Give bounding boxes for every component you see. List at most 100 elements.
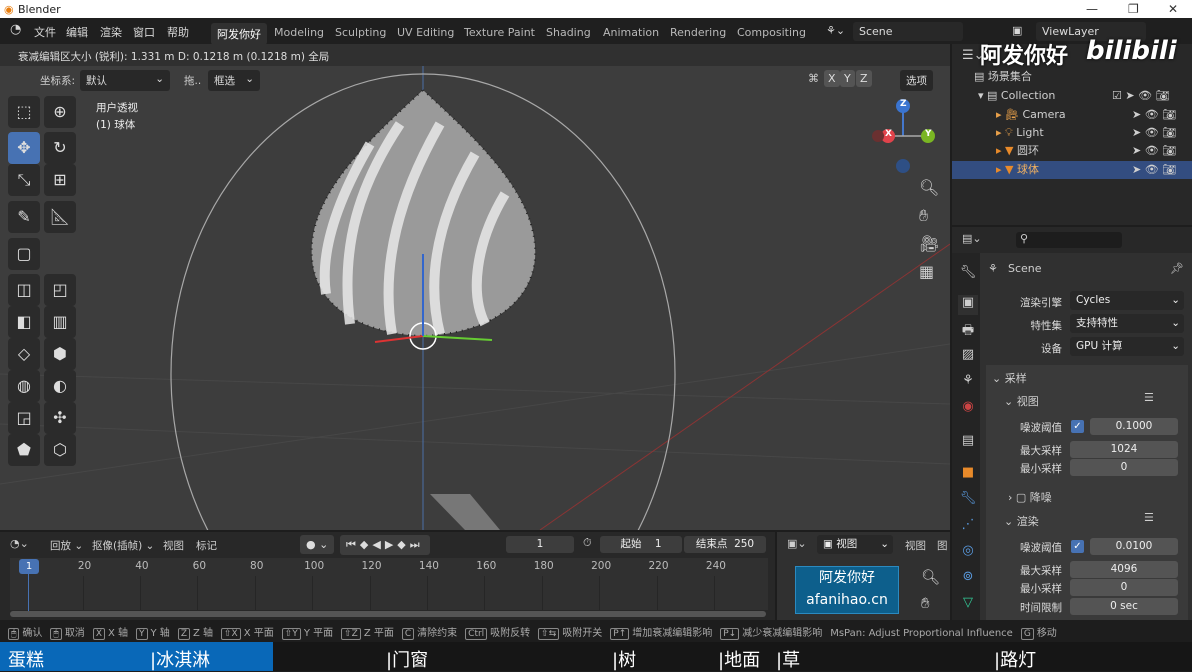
rip-tool-icon[interactable]: ⬡ (44, 434, 76, 466)
spin-tool-icon[interactable]: ◍ (8, 370, 40, 402)
playhead-line[interactable] (28, 574, 29, 614)
extrude-tool-icon[interactable]: ◫ (8, 274, 40, 306)
outliner-item-sphere[interactable]: ▸ ▼ 球体 ➤ 👁︎ 📷︎ (952, 161, 1192, 179)
sampling-panel-header[interactable]: ⌄ 采样 (992, 370, 1027, 386)
3d-viewport[interactable]: 衰减编辑区大小 (锐利): 1.331 m D: 0.1218 m (0.121… (0, 44, 950, 530)
inset-tool-icon[interactable]: ◰ (44, 274, 76, 306)
visibility-icons[interactable]: ➤ 👁︎ 📷︎ (1132, 161, 1176, 179)
start-frame-input[interactable]: 起始 1 (600, 536, 682, 553)
outliner-scene-collection[interactable]: ▤ 场景集合 (952, 68, 1192, 86)
move-tool-icon[interactable]: ✥ (8, 132, 40, 164)
time-limit-input[interactable]: 0 sec (1070, 598, 1178, 615)
tab-animation[interactable]: Animation (603, 26, 659, 39)
denoise-subpanel-header[interactable]: › ▢ 降噪 (1008, 489, 1052, 505)
render-noise-threshold-checkbox[interactable]: ✓ (1071, 540, 1084, 553)
tab-modeling[interactable]: Modeling (274, 26, 324, 39)
pan-hand-icon[interactable]: ✋︎ (921, 594, 930, 612)
minimize-button[interactable]: — (1086, 2, 1098, 16)
viewport-noise-threshold-checkbox[interactable]: ✓ (1071, 420, 1084, 433)
device-dropdown[interactable]: GPU 计算 ⌄ (1070, 337, 1184, 356)
tab-sculpting[interactable]: Sculpting (335, 26, 386, 39)
view-menu[interactable]: 视图 (163, 538, 184, 553)
menu-window[interactable]: 窗口 (133, 24, 155, 40)
tab-uv-editing[interactable]: UV Editing (397, 26, 454, 39)
shear-tool-icon[interactable]: ⬟ (8, 434, 40, 466)
annotate-tool-icon[interactable]: ✎ (8, 201, 40, 233)
scene-selector-icon[interactable]: ⚘⌄ (826, 24, 845, 37)
menu-file[interactable]: 文件 (34, 24, 56, 40)
render-noise-threshold-input[interactable]: 0.0100 (1090, 538, 1178, 555)
rotate-tool-icon[interactable]: ↻ (44, 132, 76, 164)
perspective-toggle-icon[interactable]: ▦ (919, 262, 934, 281)
timeline-scrollbar[interactable] (10, 611, 766, 617)
playback-menu[interactable]: 回放 ⌄ (50, 538, 83, 553)
poly-build-tool-icon[interactable]: ⬢ (44, 338, 76, 370)
viewport-max-samples-input[interactable]: 1024 (1070, 441, 1178, 458)
close-button[interactable]: ✕ (1168, 2, 1178, 16)
loop-cut-tool-icon[interactable]: ▥ (44, 306, 76, 338)
particles-tab-icon[interactable]: ⋰ (958, 517, 978, 537)
bevel-tool-icon[interactable]: ◧ (8, 306, 40, 338)
transform-tool-icon[interactable]: ⊞ (44, 164, 76, 196)
collection-visibility-icons[interactable]: ☑ ➤ 👁︎ 📷︎ (1112, 87, 1170, 105)
current-frame-input[interactable]: 1 (506, 536, 574, 553)
tab-rendering[interactable]: Rendering (670, 26, 726, 39)
gizmo-x-label[interactable]: X (885, 129, 892, 139)
menu-help[interactable]: 帮助 (167, 24, 189, 40)
cursor-tool-icon[interactable]: ⊕ (44, 96, 76, 128)
modifier-tab-icon[interactable]: 🔧︎ (958, 491, 978, 511)
presets-icon[interactable]: ☰ (1144, 511, 1154, 524)
tab-texture-paint[interactable]: Texture Paint (464, 26, 535, 39)
playhead-frame-indicator[interactable]: 1 (19, 559, 39, 574)
outliner-collection[interactable]: ▾ ▤ Collection ☑ ➤ 👁︎ 📷︎ (952, 87, 1192, 105)
shrink-fatten-tool-icon[interactable]: ✣ (44, 402, 76, 434)
gizmo-y-label[interactable]: Y (925, 129, 932, 139)
tab-shading[interactable]: Shading (546, 26, 591, 39)
smooth-tool-icon[interactable]: ◐ (44, 370, 76, 402)
zoom-icon[interactable]: 🔍︎ (921, 568, 940, 586)
properties-search-input[interactable]: ⚲ (1016, 232, 1122, 248)
pan-hand-icon[interactable]: ✋︎ (919, 206, 928, 226)
viewport-noise-threshold-input[interactable]: 0.1000 (1090, 418, 1178, 435)
visibility-icons[interactable]: ➤ 👁︎ 📷︎ (1132, 142, 1176, 160)
feature-set-dropdown[interactable]: 支持特性 ⌄ (1070, 314, 1184, 333)
auto-keying-toggle[interactable]: ● ⌄ (300, 535, 335, 554)
measure-tool-icon[interactable]: 📐︎ (44, 201, 76, 233)
edge-slide-tool-icon[interactable]: ◲ (8, 402, 40, 434)
editor-type-clock-icon[interactable]: ◔⌄ (10, 537, 29, 550)
viewport-subpanel-header[interactable]: ⌄ 视图 (1004, 393, 1039, 409)
select-box-tool-icon[interactable]: ⬚ (8, 96, 40, 128)
view-layer-icon[interactable]: ▣ (1012, 24, 1022, 37)
end-frame-input[interactable]: 结束点 250 (684, 536, 766, 553)
knife-tool-icon[interactable]: ◇ (8, 338, 40, 370)
editor-type-icon[interactable]: ▤⌄ (962, 232, 982, 245)
scene-name-field[interactable]: Scene (853, 22, 963, 41)
tab-workspace-custom[interactable]: 阿发你好 (211, 23, 267, 45)
viewport-min-samples-input[interactable]: 0 (1070, 459, 1178, 476)
world-tab-icon[interactable]: ◉ (958, 399, 978, 419)
maximize-button[interactable]: ❐ (1128, 2, 1139, 16)
keying-menu[interactable]: 抠像(插帧) ⌄ (92, 538, 154, 553)
tool-tab-icon[interactable]: 🔧︎ (958, 265, 978, 285)
render-engine-dropdown[interactable]: Cycles ⌄ (1070, 291, 1184, 310)
render-max-samples-input[interactable]: 4096 (1070, 561, 1178, 578)
outliner-item-camera[interactable]: ▸ 🎥︎ Camera ➤ 👁︎ 📷︎ (952, 106, 1192, 124)
camera-view-icon[interactable]: 🎥︎ (919, 234, 939, 253)
presets-icon[interactable]: ☰ (1144, 391, 1154, 404)
visibility-icons[interactable]: ➤ 👁︎ 📷︎ (1132, 124, 1176, 142)
render-subpanel-header[interactable]: ⌄ 渲染 (1004, 513, 1039, 529)
add-cube-tool-icon[interactable]: ▢ (8, 238, 40, 270)
menu-render[interactable]: 渲染 (100, 24, 122, 40)
pin-icon[interactable]: 📌︎ (1170, 262, 1184, 275)
outliner-item-light[interactable]: ▸ 💡︎ Light ➤ 👁︎ 📷︎ (952, 124, 1192, 142)
render-min-samples-input[interactable]: 0 (1070, 579, 1178, 596)
blender-menu-icon[interactable]: ◔ (10, 22, 21, 37)
image-view-menu[interactable]: 视图 (905, 538, 926, 553)
scene-tab-icon[interactable]: ⚘ (958, 373, 978, 393)
tab-compositing[interactable]: Compositing (737, 26, 806, 39)
menu-edit[interactable]: 编辑 (66, 24, 88, 40)
playback-controls[interactable]: ⏮◆◀▶◆⏭ (340, 535, 430, 555)
gizmo-z-label[interactable]: Z (900, 99, 907, 109)
image-menu[interactable]: 图 (937, 538, 948, 553)
marker-menu[interactable]: 标记 (196, 538, 217, 553)
